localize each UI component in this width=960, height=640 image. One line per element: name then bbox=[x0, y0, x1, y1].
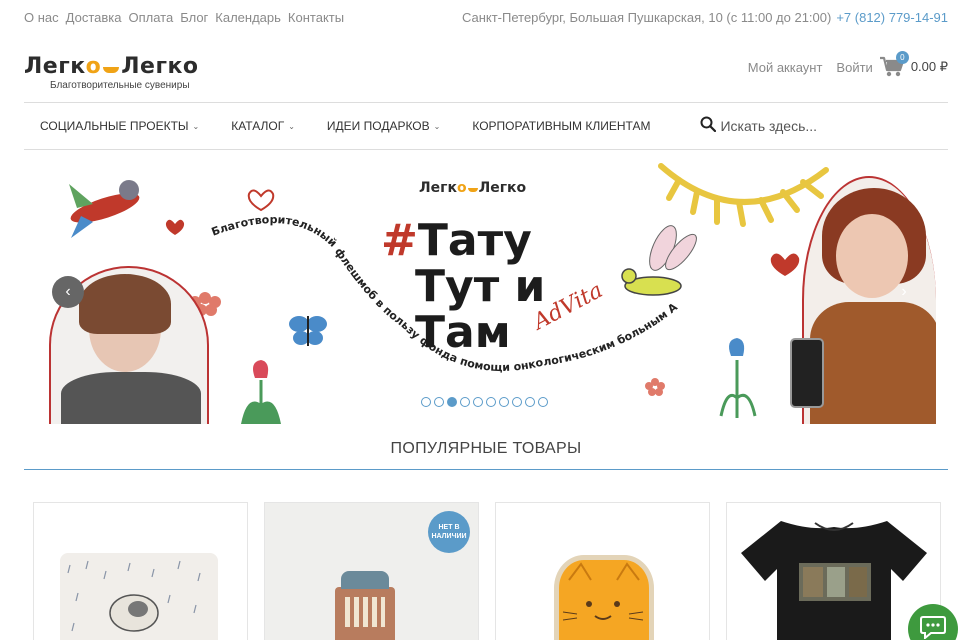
search-input[interactable] bbox=[720, 118, 960, 134]
badge-line1: НЕТ В bbox=[438, 524, 460, 531]
banner-logo-o: о bbox=[456, 180, 467, 196]
sweater bbox=[61, 372, 201, 424]
nav-item-catalog[interactable]: КАТАЛОГ ⌄ bbox=[215, 119, 311, 133]
banner-title-hash: # bbox=[381, 215, 418, 266]
hero-banner[interactable]: Благотворительный флешмоб в пользу фонда… bbox=[41, 156, 936, 424]
logo-part-left: Легк bbox=[24, 54, 86, 79]
heart-doodle bbox=[165, 219, 185, 235]
logo-part-o: о bbox=[85, 54, 102, 79]
header: Легк о Легко Благотворительные сувениры Мо… bbox=[24, 48, 948, 96]
product-image bbox=[60, 553, 218, 640]
product-grid: НЕТ В НАЛИЧИИ bbox=[33, 502, 941, 640]
cart[interactable]: Войти 0 0.00 ₽ bbox=[836, 51, 948, 78]
slider-dot[interactable] bbox=[460, 397, 470, 407]
slider-dot[interactable] bbox=[538, 397, 548, 407]
chevron-right-icon: › bbox=[901, 283, 907, 300]
banner-title-line2: Тут и bbox=[415, 261, 546, 312]
store-contact: Санкт-Петербург, Большая Пушкарская, 10 … bbox=[462, 10, 948, 25]
chevron-down-icon: ⌄ bbox=[433, 121, 441, 131]
nav-label: СОЦИАЛЬНЫЕ ПРОЕКТЫ bbox=[40, 119, 189, 133]
banner-title-line1: Тату bbox=[417, 215, 532, 266]
chevron-down-icon: ⌄ bbox=[288, 121, 295, 131]
chat-button[interactable] bbox=[908, 604, 958, 640]
sun-doodle bbox=[658, 163, 829, 227]
product-card[interactable] bbox=[495, 502, 710, 640]
tulip-doodle bbox=[719, 338, 757, 418]
nav-label: КОРПОРАТИВНЫМ КЛИЕНТАМ bbox=[472, 119, 651, 133]
nav-item-corporate[interactable]: КОРПОРАТИВНЫМ КЛИЕНТАМ bbox=[456, 119, 666, 133]
slider-dot[interactable] bbox=[525, 397, 535, 407]
link-payment[interactable]: Оплата bbox=[128, 10, 173, 25]
logo-part-right: Легко bbox=[121, 54, 199, 79]
logo-tagline: Благотворительные сувениры bbox=[50, 80, 190, 91]
nav-label: ИДЕИ ПОДАРКОВ bbox=[326, 119, 430, 133]
main-nav: СОЦИАЛЬНЫЕ ПРОЕКТЫ ⌄ КАТАЛОГ ⌄ ИДЕИ ПОДА… bbox=[24, 102, 960, 150]
product-image bbox=[741, 513, 927, 640]
account-area: Мой аккаунт Войти 0 0.00 ₽ bbox=[748, 51, 948, 78]
slider-dot[interactable] bbox=[447, 397, 457, 407]
banner-logo: Легк о Легко bbox=[419, 180, 526, 196]
link-contacts[interactable]: Контакты bbox=[288, 10, 344, 25]
store-address: Санкт-Петербург, Большая Пушкарская, 10 … bbox=[461, 9, 832, 25]
slider-dot[interactable] bbox=[421, 397, 431, 407]
section-title: ПОПУЛЯРНЫЕ ТОВАРЫ bbox=[390, 440, 582, 457]
hair bbox=[79, 274, 171, 334]
link-delivery[interactable]: Доставка bbox=[66, 10, 122, 25]
fly-doodle bbox=[621, 225, 697, 296]
my-account-link[interactable]: Мой аккаунт bbox=[748, 60, 823, 75]
link-blog[interactable]: Блог bbox=[180, 10, 208, 25]
search-box bbox=[700, 116, 960, 137]
logo-wordmark: Легк о Легко bbox=[24, 54, 224, 79]
tulip-doodle bbox=[241, 360, 281, 424]
search-icon[interactable] bbox=[700, 116, 717, 137]
bird-doodle bbox=[69, 180, 140, 238]
cart-count-badge: 0 bbox=[895, 51, 909, 64]
heart-doodle bbox=[247, 189, 275, 212]
slider-dot[interactable] bbox=[434, 397, 444, 407]
banner-title-line3: Там bbox=[415, 307, 511, 358]
login-link[interactable]: Войти bbox=[836, 60, 872, 75]
slider-next-button[interactable]: › bbox=[888, 276, 920, 308]
phone-in-hand bbox=[790, 338, 824, 408]
top-bar: О нас Доставка Оплата Блог Календарь Кон… bbox=[24, 0, 948, 34]
banner-logo-left: Легк bbox=[419, 180, 457, 196]
product-card[interactable] bbox=[33, 502, 248, 640]
slider-dot[interactable] bbox=[512, 397, 522, 407]
badge-line2: НАЛИЧИИ bbox=[431, 533, 467, 540]
butterfly-doodle bbox=[289, 316, 327, 346]
banner-title: #Тату Тут и Там bbox=[381, 218, 545, 356]
slider-prev-button[interactable]: ‹ bbox=[52, 276, 84, 308]
banner-logo-smile bbox=[467, 188, 478, 192]
cart-icon[interactable]: 0 bbox=[879, 51, 909, 78]
flower-doodle bbox=[645, 378, 665, 396]
nav-item-social-projects[interactable]: СОЦИАЛЬНЫЕ ПРОЕКТЫ ⌄ bbox=[24, 119, 215, 133]
link-about[interactable]: О нас bbox=[24, 10, 59, 25]
slider-dot[interactable] bbox=[473, 397, 483, 407]
link-calendar[interactable]: Календарь bbox=[215, 10, 281, 25]
nav-label: КАТАЛОГ bbox=[231, 119, 285, 133]
product-image bbox=[554, 555, 654, 640]
slider-dot[interactable] bbox=[499, 397, 509, 407]
banner-logo-right: Легко bbox=[478, 180, 527, 196]
top-links: О нас Доставка Оплата Блог Календарь Кон… bbox=[24, 10, 344, 25]
product-house-figure bbox=[335, 571, 395, 640]
heart-doodle bbox=[770, 253, 800, 276]
cart-total: 0.00 ₽ bbox=[910, 59, 948, 74]
site-logo[interactable]: Легк о Легко Благотворительные сувениры bbox=[24, 54, 224, 91]
logo-smile bbox=[103, 66, 120, 73]
nav-item-gift-ideas[interactable]: ИДЕИ ПОДАРКОВ ⌄ bbox=[311, 119, 456, 133]
chevron-down-icon: ⌄ bbox=[192, 121, 200, 131]
store-phone[interactable]: +7 (812) 779-14-91 bbox=[836, 10, 948, 25]
slider-dots bbox=[421, 397, 548, 407]
sweater bbox=[810, 302, 936, 424]
out-of-stock-badge: НЕТ В НАЛИЧИИ bbox=[428, 511, 470, 553]
chevron-left-icon: ‹ bbox=[65, 283, 71, 300]
chat-bubble-icon bbox=[919, 615, 947, 640]
section-divider bbox=[24, 469, 948, 470]
product-card[interactable]: НЕТ В НАЛИЧИИ bbox=[264, 502, 479, 640]
slider-dot[interactable] bbox=[486, 397, 496, 407]
